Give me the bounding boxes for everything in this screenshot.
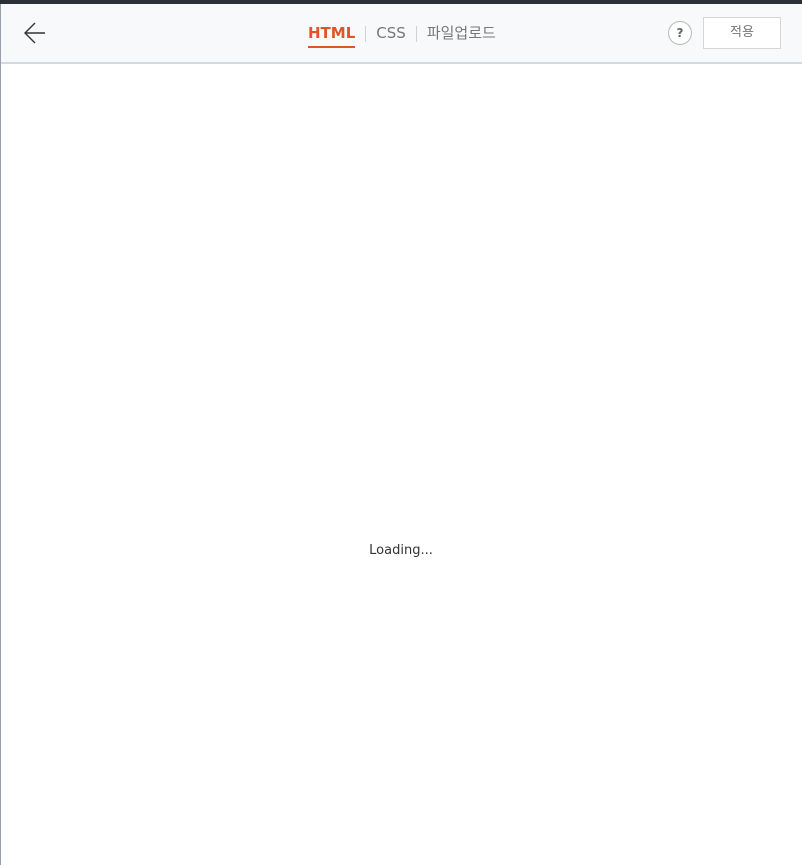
editor-tabs: HTML CSS 파일업로드 (308, 22, 496, 52)
tab-divider (415, 26, 417, 42)
back-button[interactable] (23, 21, 49, 47)
loading-text: Loading... (369, 543, 433, 558)
window-left-edge (0, 4, 1, 865)
arrow-left-icon (24, 22, 45, 44)
tab-divider (365, 26, 367, 42)
question-icon: ? (676, 26, 684, 40)
tab-html[interactable]: HTML (308, 22, 356, 48)
tab-file-upload[interactable]: 파일업로드 (427, 22, 496, 48)
tab-css[interactable]: CSS (376, 22, 406, 48)
help-button[interactable]: ? (668, 21, 692, 45)
editor-header: HTML CSS 파일업로드 ? 적용 (1, 4, 802, 64)
apply-button[interactable]: 적용 (703, 17, 781, 49)
